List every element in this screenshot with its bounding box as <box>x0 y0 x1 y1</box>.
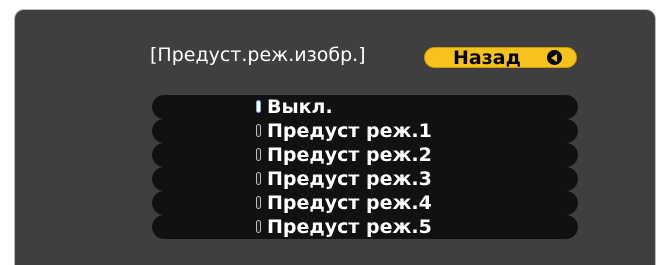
option-label: Предуст реж.2 <box>267 144 432 166</box>
option-label: Выкл. <box>267 96 333 118</box>
radio-unselected-icon <box>256 148 261 161</box>
option-preset-1[interactable]: Предуст реж.1 <box>152 119 578 143</box>
option-preset-5[interactable]: Предуст реж.5 <box>152 215 578 239</box>
option-label: Предуст реж.3 <box>267 168 432 190</box>
option-preset-2[interactable]: Предуст реж.2 <box>152 143 578 167</box>
option-preset-4[interactable]: Предуст реж.4 <box>152 191 578 215</box>
back-button-label: Назад <box>453 47 521 69</box>
radio-selected-icon <box>256 100 261 113</box>
radio-unselected-icon <box>256 196 261 209</box>
preset-options-list: Выкл. Предуст реж.1 Предуст реж.2 Предус… <box>152 95 578 239</box>
radio-unselected-icon <box>256 220 261 233</box>
dialog-title: [Предуст.реж.изобр.] <box>150 44 366 66</box>
option-preset-3[interactable]: Предуст реж.3 <box>152 167 578 191</box>
radio-unselected-icon <box>256 172 261 185</box>
option-label: Предуст реж.5 <box>267 216 432 238</box>
preset-mode-dialog: [Предуст.реж.изобр.] Назад Выкл. Предуст… <box>14 9 656 265</box>
radio-unselected-icon <box>256 124 261 137</box>
back-button[interactable]: Назад <box>424 47 577 69</box>
option-label: Предуст реж.1 <box>267 120 432 142</box>
option-off[interactable]: Выкл. <box>152 95 578 119</box>
enter-icon <box>547 50 562 65</box>
option-label: Предуст реж.4 <box>267 192 432 214</box>
